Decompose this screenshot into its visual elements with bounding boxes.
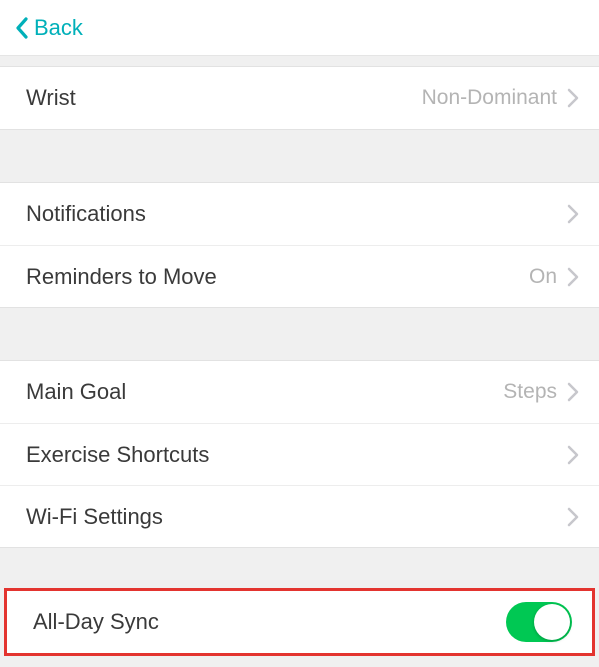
row-wifi-settings[interactable]: Wi-Fi Settings [0, 485, 599, 547]
chevron-right-icon [567, 445, 579, 465]
section-gap [0, 308, 599, 360]
section-gap [0, 56, 599, 66]
row-value: On [529, 265, 557, 289]
row-main-goal[interactable]: Main Goal Steps [0, 361, 599, 423]
chevron-right-icon [567, 267, 579, 287]
group-notifications: Notifications Reminders to Move On [0, 182, 599, 308]
row-label: All-Day Sync [33, 609, 506, 635]
chevron-right-icon [567, 88, 579, 108]
row-label: Reminders to Move [26, 264, 529, 290]
row-label: Wi-Fi Settings [26, 504, 567, 530]
row-wrist[interactable]: Wrist Non-Dominant [0, 67, 599, 129]
nav-header: Back [0, 0, 599, 56]
toggle-knob [534, 604, 570, 640]
group-main: Main Goal Steps Exercise Shortcuts Wi-Fi… [0, 360, 599, 548]
section-gap [0, 130, 599, 182]
row-label: Wrist [26, 85, 422, 111]
back-label: Back [34, 15, 83, 41]
chevron-right-icon [567, 507, 579, 527]
row-reminders-to-move[interactable]: Reminders to Move On [0, 245, 599, 307]
section-gap [0, 548, 599, 588]
chevron-left-icon [14, 16, 30, 40]
row-exercise-shortcuts[interactable]: Exercise Shortcuts [0, 423, 599, 485]
chevron-right-icon [567, 204, 579, 224]
row-value: Steps [503, 380, 557, 404]
row-notifications[interactable]: Notifications [0, 183, 599, 245]
group-wrist: Wrist Non-Dominant [0, 66, 599, 130]
highlight-box: All-Day Sync [4, 588, 595, 656]
all-day-sync-toggle[interactable] [506, 602, 572, 642]
row-label: Exercise Shortcuts [26, 442, 567, 468]
chevron-right-icon [567, 382, 579, 402]
group-sync: All-Day Sync [7, 591, 592, 653]
row-label: Notifications [26, 201, 567, 227]
row-value: Non-Dominant [422, 86, 557, 110]
back-button[interactable]: Back [14, 15, 83, 41]
row-all-day-sync[interactable]: All-Day Sync [7, 591, 592, 653]
row-label: Main Goal [26, 379, 503, 405]
